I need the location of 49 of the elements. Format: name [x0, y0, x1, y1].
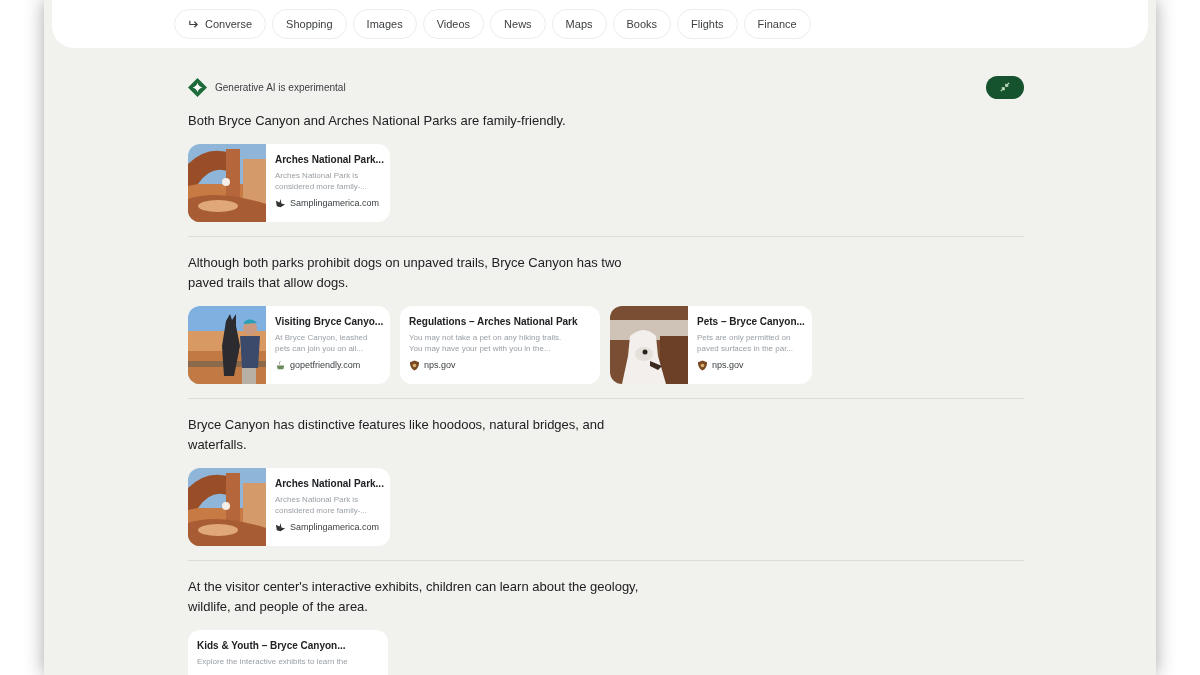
card-title: Regulations – Arches National Park: [409, 315, 578, 329]
card-snippet: You may not take a pet on any hiking trails.: [409, 332, 563, 343]
filter-chip[interactable]: Images: [352, 9, 417, 39]
summary-text: Bryce Canyon has distinctive features like hoodoos, natural bridges, and waterfalls.: [188, 416, 606, 454]
bird-icon: [275, 522, 286, 534]
card-title: Visiting Bryce Canyo...: [275, 315, 381, 329]
cup-icon: [275, 360, 286, 372]
summary-text: Although both parks prohibit dogs on unpaved trails, Bryce Canyon has two paved trails that allow dogs.: [188, 254, 623, 292]
filter-chip[interactable]: Videos: [422, 9, 485, 39]
source-card[interactable]: Pets – Bryce Canyon... Pets are only permitted on paved surfaces in the par... nps.gov: [610, 306, 812, 384]
filter-chip[interactable]: Converse: [174, 9, 267, 39]
collapse-icon: [1000, 82, 1010, 92]
card-snippet: Explore the interactive exhibits to learn the: [197, 656, 348, 667]
shield-icon: [409, 360, 420, 372]
summary-text: Both Bryce Canyon and Arches National Parks are family-friendly.: [188, 112, 567, 130]
card-snippet: considered more family-...: [275, 181, 369, 192]
card-title: Kids & Youth – Bryce Canyon...: [197, 639, 347, 653]
card-snippet: Arches National Park is: [275, 170, 360, 181]
card-title: Pets – Bryce Canyon...: [697, 315, 803, 329]
card-snippet: Arches National Park is: [275, 494, 360, 505]
source-card[interactable]: Visiting Bryce Canyo... At Bryce Canyon, leashed pets can join you on all... gopetfriendly.com: [188, 306, 390, 384]
source-link[interactable]: nps.gov: [712, 359, 744, 373]
card-snippet: considered more family-...: [275, 505, 369, 516]
card-snippet: paved surfaces in the par...: [697, 343, 795, 354]
card-snippet: You may have your pet with you in the...: [409, 343, 552, 354]
source-card[interactable]: Kids & Youth – Bryce Canyon... Explore the interactive exhibits to learn the: [188, 630, 388, 675]
filter-chip[interactable]: Maps: [551, 9, 607, 39]
source-card[interactable]: Regulations – Arches National Park You may not take a pet on any hiking trails. You may have your pet with you in the... nps.gov: [400, 306, 600, 384]
summary-text: At the visitor center's interactive exhibits, children can learn about the geology, wildlife, and people of the area.: [188, 578, 640, 616]
card-snippet: Pets are only permitted on: [697, 332, 792, 343]
collapse-button[interactable]: [986, 75, 1024, 99]
source-link[interactable]: Samplingamerica.com: [290, 197, 380, 211]
shield-icon: [697, 360, 708, 372]
sparkle-icon: [188, 77, 207, 97]
ai-disclaimer: Generative AI is experimental: [215, 80, 346, 95]
source-link[interactable]: Samplingamerica.com: [290, 521, 380, 535]
source-link[interactable]: gopetfriendly.com: [290, 359, 361, 373]
source-link[interactable]: nps.gov: [424, 359, 456, 373]
filter-chip[interactable]: News: [490, 9, 546, 39]
source-card[interactable]: Arches National Park... Arches National Park is considered more family-... Samplingamerica.com: [188, 144, 390, 222]
filter-chip[interactable]: Books: [612, 9, 672, 39]
filter-chip[interactable]: Flights: [677, 9, 738, 39]
source-card[interactable]: Arches National Park... Arches National Park is considered more family-... Samplingamerica.com: [188, 468, 390, 546]
card-snippet: pets can join you on all...: [275, 343, 365, 354]
filter-chip[interactable]: Shopping: [272, 9, 347, 39]
arrow-icon: [188, 18, 199, 30]
bird-icon: [275, 198, 286, 210]
card-snippet: At Bryce Canyon, leashed: [275, 332, 369, 343]
filter-chip[interactable]: Finance: [743, 9, 811, 39]
